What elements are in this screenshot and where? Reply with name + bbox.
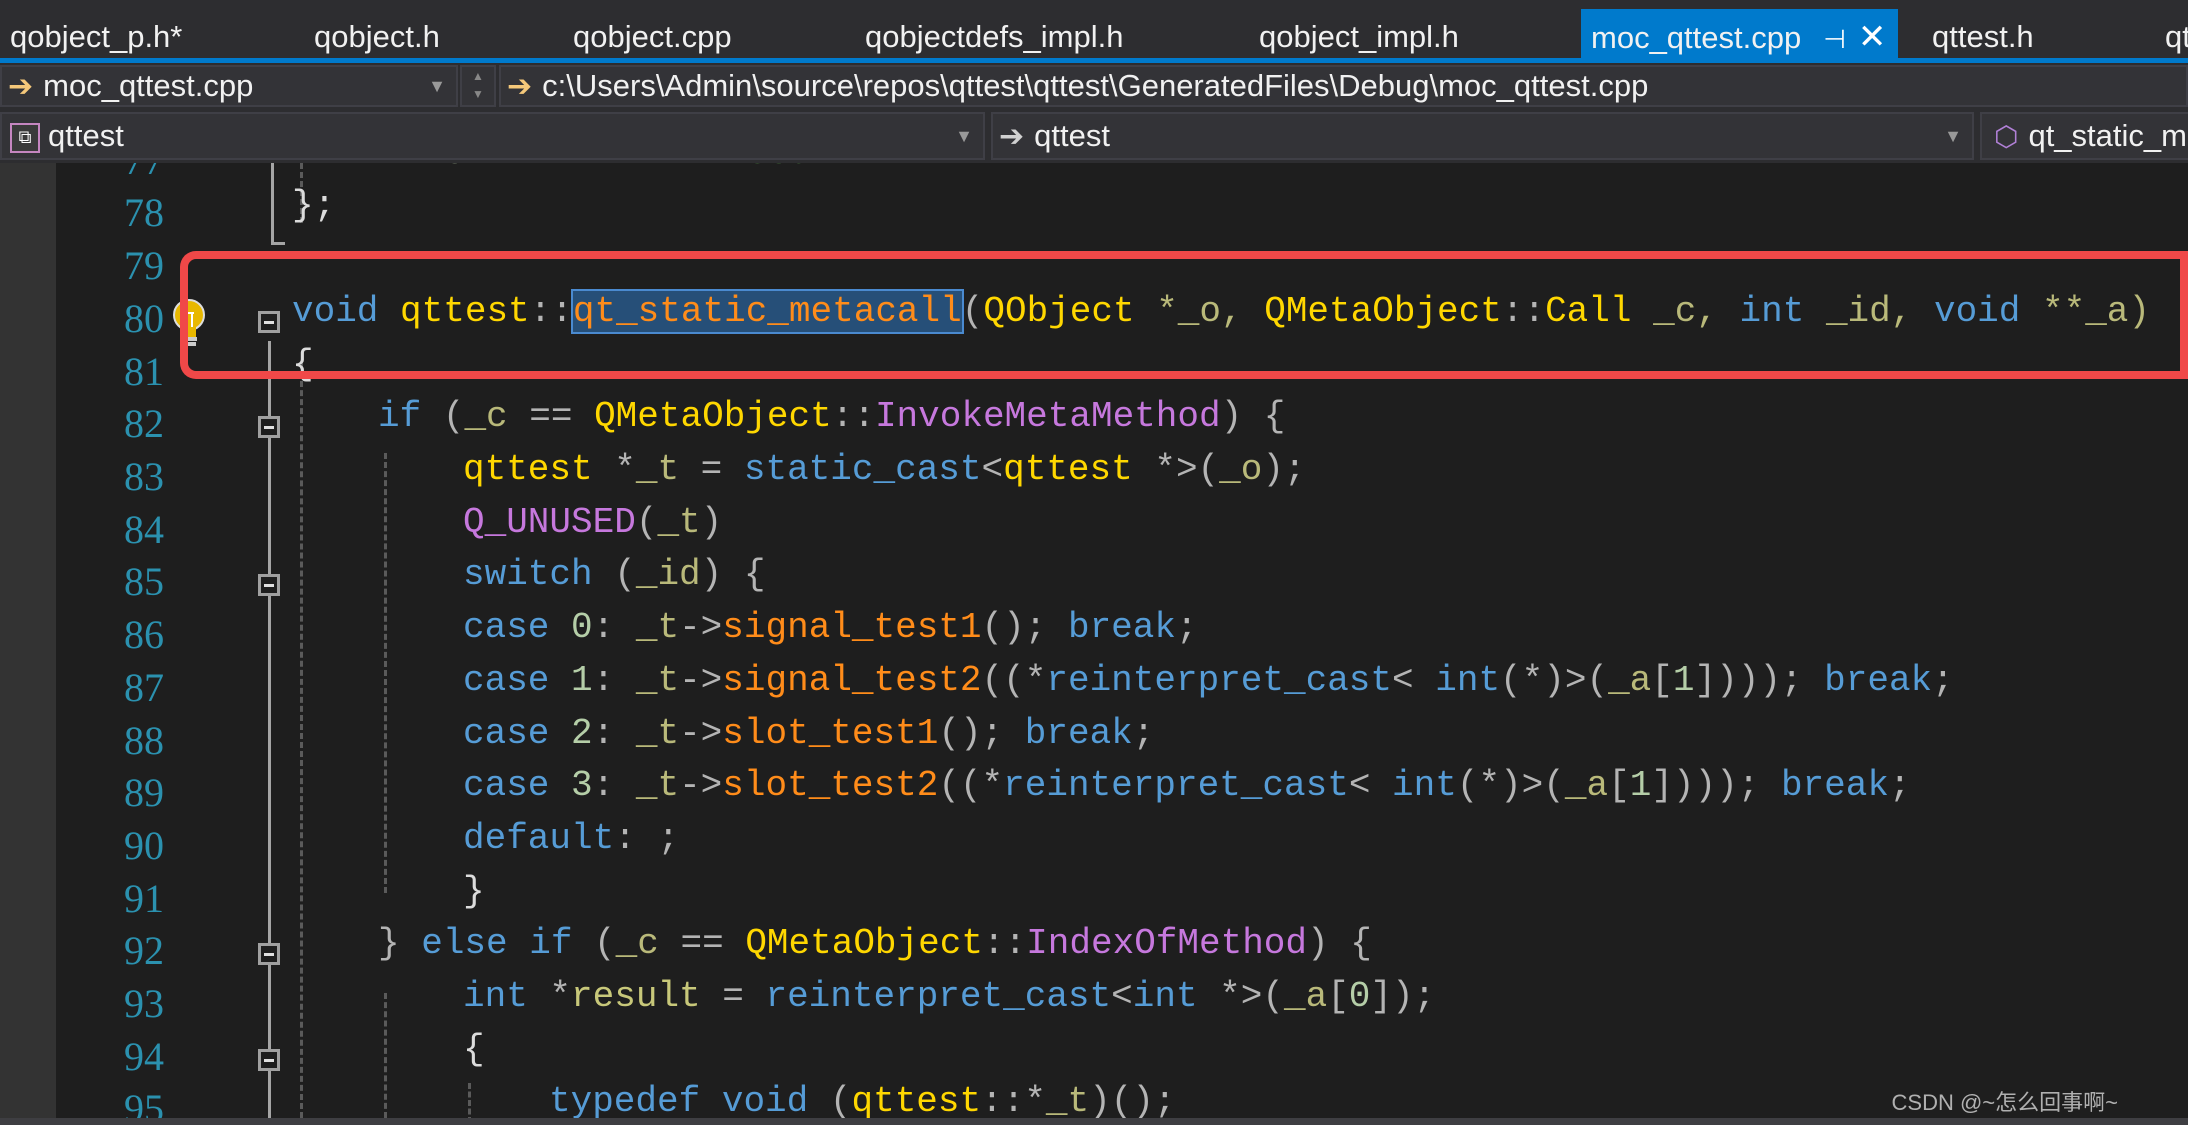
project-icon: ⧉ [10,122,40,153]
code-navigation-bar: ⧉ qttest ▼ ➔ qttest ▼ ⬡ qt_static_m [0,108,2188,163]
code-line-88: case 2: _t->slot_test1(); break; [463,713,1155,754]
highlight-annotation-box [180,251,2188,379]
file-spin-button[interactable]: ▲ ▼ [460,65,496,107]
line-number: 90 [124,823,164,868]
indicator-margin [0,163,56,1118]
line-number: 94 [124,1034,164,1079]
chevron-down-icon: ▼ [1944,126,1962,146]
indent-guide [384,453,387,893]
line-number: 92 [124,928,164,973]
arrow-right-icon: ➔ [8,70,34,103]
tab-qobject-p-h[interactable]: qobject_p.h* [10,0,182,58]
code-line-91: } [463,871,485,912]
line-number: 78 [124,190,164,235]
method-cube-icon: ⬡ [1994,121,2019,152]
scope-dropdown-value: qttest [1034,118,1110,153]
outline-guide [271,163,274,245]
code-line-86: case 0: _t->signal_test1(); break; [463,607,1198,648]
member-dropdown[interactable]: ⬡ qt_static_m [1980,112,2188,160]
collapse-region-button[interactable] [258,1049,280,1071]
tab-qobject-cpp[interactable]: qobject.cpp [573,0,732,58]
member-dropdown-value: qt_static_m [2028,118,2187,153]
file-path-value: c:\Users\Admin\source\repos\qttest\qttes… [542,68,1649,103]
code-line-82: if (_c == QMetaObject::InvokeMetaMethod)… [378,396,1286,437]
indent-guide [384,993,387,1118]
indent-guide [468,1083,471,1118]
code-line-89: case 3: _t->slot_test2((*reinterpret_cas… [463,765,1911,806]
line-number: 85 [124,559,164,604]
project-dropdown[interactable]: ⧉ qttest ▼ [0,112,985,160]
tab-label: moc_qttest.cpp [1591,20,1802,55]
code-line-83: qttest *_t = static_cast<qttest *>(_o); [463,449,1306,490]
line-number: 89 [124,770,164,815]
collapse-region-button[interactable] [258,416,280,438]
line-number: 82 [124,401,164,446]
code-line-87: case 1: _t->signal_test2((*reinterpret_c… [463,660,1954,701]
line-number: 81 [124,349,164,394]
line-number: 95 [124,1086,164,1118]
highlight-annotation-box-edge [2180,251,2188,379]
arrow-right-icon: ➔ [999,120,1025,153]
document-tab-bar: qobject_p.h* qobject.h qobject.cpp qobje… [0,0,2188,58]
code-editor[interactable]: 77 78 79 80 81 82 83 84 85 86 87 88 89 9… [0,163,2188,1118]
tab-qobject-h[interactable]: qobject.h [314,0,440,58]
file-navigation-row: ➔ moc_qttest.cpp ▼ ▲ ▼ ➔ c:\Users\Admin\sou… [0,63,2188,108]
tab-qttest-h[interactable]: qttest.h [1932,0,2034,58]
code-line-77: 0 // eod [444,163,811,174]
code-line-93: int *result = reinterpret_cast<int *>(_a… [463,976,1436,1017]
watermark: CSDN @~怎么回事啊~ [1891,1090,2118,1115]
line-number: 86 [124,612,164,657]
line-number: 77 [60,163,164,184]
line-number: 93 [124,981,164,1026]
line-number: 79 [124,243,164,288]
chevron-down-icon: ▼ [955,126,973,146]
outline-guide [268,341,271,1118]
outline-guide [271,242,285,245]
code-line-78: }; [292,185,336,226]
code-line-95: typedef void (qttest::*_t)(); [549,1081,1176,1118]
close-icon[interactable]: ✕ [1858,9,1887,65]
indent-guide [300,363,303,1118]
code-line-94: { [463,1029,485,1070]
scope-dropdown[interactable]: ➔ qttest ▼ [991,112,1974,160]
tab-qt-partial[interactable]: qt [2165,0,2188,58]
code-line-85: switch (_id) { [463,554,766,595]
line-number: 88 [124,718,164,763]
tab-qobjectdefs-impl-h[interactable]: qobjectdefs_impl.h [865,0,1124,58]
chevron-down-icon: ▼ [428,76,446,96]
file-path-field[interactable]: ➔ c:\Users\Admin\source\repos\qttest\qtte… [499,65,2188,107]
tab-moc-qttest-cpp[interactable]: moc_qttest.cpp ⊣ ✕ [1581,9,1899,58]
project-dropdown-value: qttest [48,118,124,153]
file-dropdown[interactable]: ➔ moc_qttest.cpp ▼ [0,65,458,107]
line-number: 80 [124,296,164,341]
file-dropdown-value: moc_qttest.cpp [43,68,254,103]
tab-qobject-impl-h[interactable]: qobject_impl.h [1259,0,1459,58]
line-number: 84 [124,507,164,552]
line-number: 87 [124,665,164,710]
code-line-90: default: ; [463,818,680,859]
code-line-92: } else if (_c == QMetaObject::IndexOfMet… [378,923,1372,964]
collapse-region-button[interactable] [258,943,280,965]
horizontal-scrollbar[interactable] [0,1118,2188,1125]
line-number: 91 [124,876,164,921]
collapse-region-button[interactable] [258,574,280,596]
arrow-right-icon: ➔ [507,70,533,103]
code-line-84: Q_UNUSED(_t) [463,502,723,543]
line-number: 83 [124,454,164,499]
